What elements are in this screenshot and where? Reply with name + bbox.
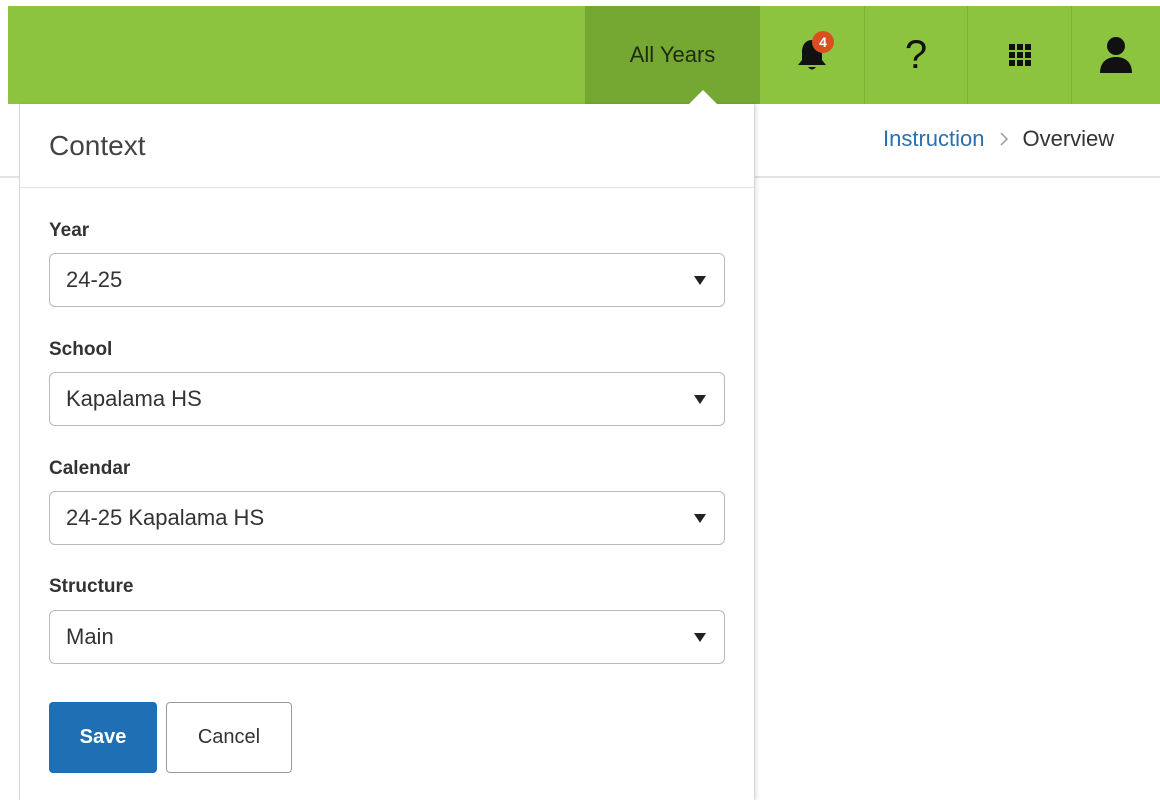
year-select-value: 24-25 bbox=[66, 267, 123, 292]
calendar-select-value: 24-25 Kapalama HS bbox=[66, 505, 265, 530]
top-navigation-bar: All Years 4 ? bbox=[0, 0, 1160, 104]
dropdown-arrow-icon bbox=[694, 395, 706, 404]
topbar-left-edge bbox=[0, 0, 8, 104]
user-icon bbox=[1100, 37, 1132, 73]
header-divider-left bbox=[0, 176, 20, 178]
dropdown-arrow-icon bbox=[694, 514, 706, 523]
calendar-select[interactable]: 24-25 Kapalama HS bbox=[49, 491, 725, 545]
structure-select-value: Main bbox=[66, 624, 114, 649]
cancel-button[interactable]: Cancel bbox=[166, 702, 292, 773]
app-switcher-button[interactable] bbox=[967, 6, 1071, 104]
header-divider bbox=[754, 176, 1160, 178]
calendar-label: Calendar bbox=[49, 458, 131, 479]
user-menu-button[interactable] bbox=[1071, 6, 1160, 104]
year-selector-button[interactable]: All Years bbox=[585, 6, 760, 104]
save-button[interactable]: Save bbox=[49, 702, 157, 773]
panel-title: Context bbox=[49, 129, 146, 161]
structure-label: Structure bbox=[49, 576, 134, 597]
year-selector-label: All Years bbox=[629, 42, 716, 67]
app-grid-icon bbox=[1008, 44, 1031, 66]
breadcrumb: Instruction Overview bbox=[883, 126, 1114, 152]
chevron-right-icon bbox=[999, 132, 1008, 146]
breadcrumb-link-instruction[interactable]: Instruction bbox=[883, 126, 985, 152]
notification-badge: 4 bbox=[812, 31, 834, 53]
help-button[interactable]: ? bbox=[864, 6, 967, 104]
help-icon: ? bbox=[904, 33, 928, 77]
school-select[interactable]: Kapalama HS bbox=[49, 372, 725, 426]
popover-pointer bbox=[688, 90, 718, 105]
context-panel: Context Year 24-25 School Kapalama HS Ca… bbox=[19, 104, 755, 800]
year-label: Year bbox=[49, 220, 90, 241]
bell-icon: 4 bbox=[792, 31, 834, 75]
notifications-button[interactable]: 4 bbox=[760, 6, 864, 104]
school-label: School bbox=[49, 339, 113, 360]
dropdown-arrow-icon bbox=[694, 276, 706, 285]
breadcrumb-current: Overview bbox=[1022, 126, 1115, 151]
context-panel-header: Context bbox=[20, 104, 754, 188]
year-select[interactable]: 24-25 bbox=[49, 253, 725, 307]
structure-select[interactable]: Main bbox=[49, 610, 725, 664]
school-select-value: Kapalama HS bbox=[66, 386, 202, 411]
dropdown-arrow-icon bbox=[694, 633, 706, 642]
